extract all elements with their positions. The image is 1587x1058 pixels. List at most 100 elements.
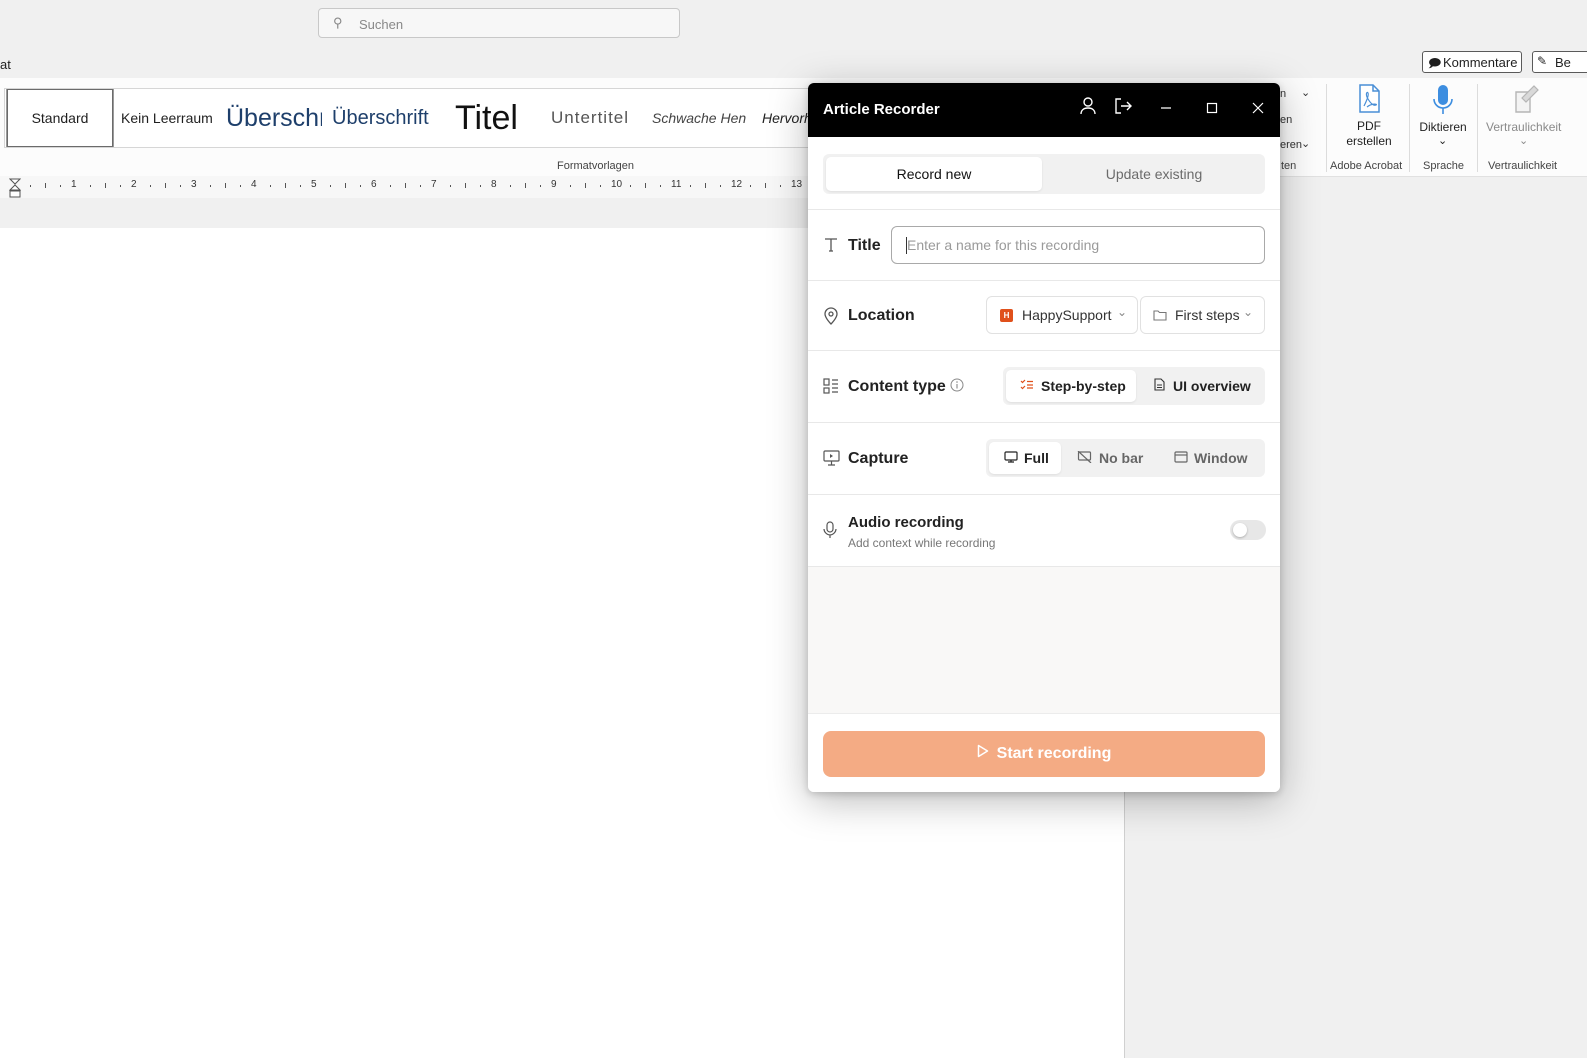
info-icon[interactable]: [950, 378, 964, 397]
vertraulichkeit-group-label: Vertraulichkeit: [1488, 160, 1558, 172]
recorder-footer: Start recording: [808, 713, 1280, 792]
audio-sublabel: Add context while recording: [848, 536, 996, 550]
tab-record-new[interactable]: Record new: [826, 157, 1042, 191]
option-window[interactable]: Window: [1162, 442, 1262, 474]
style-schwache-hervorhebung[interactable]: Schwache Hen: [652, 89, 748, 147]
chevron-down-icon[interactable]: ⌄: [1438, 134, 1447, 147]
ruler-number: 7: [431, 179, 437, 190]
style-titel[interactable]: Titel: [455, 89, 518, 147]
pencil-icon: ✎: [1537, 54, 1548, 68]
content-type-options: Step-by-step UI overview: [1003, 367, 1265, 405]
folder-value: First steps: [1175, 307, 1240, 323]
ruler-tick: [330, 185, 331, 187]
start-recording-button[interactable]: Start recording: [823, 731, 1265, 777]
window-label: Window: [1194, 450, 1248, 466]
divider: [808, 422, 1280, 423]
ruler-tick: [570, 185, 571, 187]
logout-icon[interactable]: [1110, 97, 1136, 123]
ruler-tick: [150, 185, 151, 187]
ruler-ticks: 1 2 3 4 5 6 7 8 9 10 11 12 13: [0, 178, 808, 194]
style-ueberschrift-2[interactable]: Überschrift: [332, 89, 429, 147]
kommentare-label: Kommentare: [1443, 55, 1518, 70]
ruler-number: 2: [131, 179, 137, 190]
audio-toggle[interactable]: [1230, 520, 1266, 540]
ruler-number: 1: [71, 179, 77, 190]
bearbeiten-button[interactable]: ✎ Be: [1532, 51, 1587, 73]
start-recording-label: Start recording: [996, 745, 1112, 763]
ruler-tick: [540, 185, 541, 187]
option-full[interactable]: Full: [989, 442, 1061, 474]
ruler-tick: [300, 185, 301, 187]
folder-select[interactable]: First steps ⌄: [1140, 296, 1265, 334]
ui-overview-label: UI overview: [1173, 378, 1251, 394]
word-tab-partial[interactable]: at: [0, 57, 11, 72]
ruler-tick: [270, 185, 271, 187]
ribbon-divider: [1409, 84, 1410, 172]
ruler-tick: [645, 183, 646, 188]
ruler-tick: [780, 185, 781, 187]
minimize-icon[interactable]: [1153, 97, 1179, 123]
ruler-number: 11: [671, 179, 682, 190]
ruler-tick: [210, 185, 211, 187]
ruler-tick: [60, 185, 61, 187]
maximize-icon[interactable]: [1199, 97, 1225, 123]
list-layout-icon: [823, 378, 839, 399]
ribbon-divider: [1477, 84, 1478, 172]
ruler-number: 4: [251, 179, 257, 190]
ribbon-partial-1[interactable]: n: [1280, 88, 1286, 100]
ribbon-partial-3[interactable]: eren: [1280, 139, 1302, 151]
word-titlebar: [0, 0, 1587, 50]
ruler-tick: [630, 185, 631, 187]
style-standard[interactable]: Standard: [6, 89, 114, 147]
ruler-tick: [405, 183, 406, 188]
option-step-by-step[interactable]: Step-by-step: [1006, 370, 1136, 402]
close-icon[interactable]: [1245, 97, 1271, 123]
style-hervorhebung[interactable]: Hervorh: [762, 89, 812, 147]
ruler-number: 8: [491, 179, 497, 190]
style-untertitel[interactable]: Untertitel: [551, 89, 629, 147]
article-recorder-window: Article Recorder Record new Update exist…: [808, 83, 1280, 792]
styles-group-label: Formatvorlagen: [557, 160, 635, 172]
sensitivity-icon[interactable]: [1512, 84, 1540, 119]
ruler-tick: [165, 183, 166, 188]
play-icon: [977, 731, 989, 777]
vertraulichkeit-label[interactable]: Vertraulichkeit: [1486, 120, 1561, 134]
user-icon[interactable]: [1075, 97, 1101, 123]
chevron-down-icon[interactable]: ⌄: [1301, 86, 1310, 99]
pdf-label-2: erstellen: [1346, 134, 1392, 148]
ruler-tick: [720, 185, 721, 187]
ruler-number: 5: [311, 179, 317, 190]
chevron-down-icon[interactable]: ⌄: [1519, 134, 1528, 147]
option-no-bar[interactable]: No bar: [1064, 442, 1160, 474]
ruler-tick: [525, 183, 526, 188]
style-kein-leerraum[interactable]: Kein Leerraum: [121, 89, 213, 147]
ruler-tick: [510, 185, 511, 187]
title-label: Title: [848, 237, 881, 254]
bearbeiten-label: Be: [1555, 55, 1571, 70]
acrobat-group-label: Adobe Acrobat: [1330, 160, 1403, 172]
microphone-icon: [823, 521, 837, 544]
ruler-tick: [285, 183, 286, 188]
ruler-tick: [90, 185, 91, 187]
style-ueberschrift-1[interactable]: Überschr: [226, 89, 322, 147]
ribbon-partial-2[interactable]: en: [1280, 114, 1292, 126]
ruler-tick: [105, 183, 106, 188]
word-search-box[interactable]: ⚲ Suchen: [318, 8, 680, 38]
workspace-select[interactable]: H HappySupport ⌄: [986, 296, 1138, 334]
location-pin-icon: [823, 307, 839, 330]
capture-options: Full No bar Window: [986, 439, 1265, 477]
chevron-down-icon: ⌄: [1117, 305, 1128, 319]
ruler-tick: [705, 183, 706, 188]
divider: [808, 209, 1280, 210]
chevron-down-icon[interactable]: ⌄: [1301, 137, 1310, 150]
ruler-tick: [450, 185, 451, 187]
ruler-tick: [180, 185, 181, 187]
ruler-tick: [750, 185, 751, 187]
tab-update-existing[interactable]: Update existing: [1046, 157, 1262, 191]
kommentare-button[interactable]: 🗩 Kommentare: [1422, 51, 1522, 73]
option-ui-overview[interactable]: UI overview: [1140, 370, 1262, 402]
sprache-group-label: Sprache: [1423, 160, 1464, 172]
ruler-tick: [480, 185, 481, 187]
audio-label: Audio recording: [848, 514, 964, 531]
title-input[interactable]: Enter a name for this recording: [891, 226, 1265, 264]
